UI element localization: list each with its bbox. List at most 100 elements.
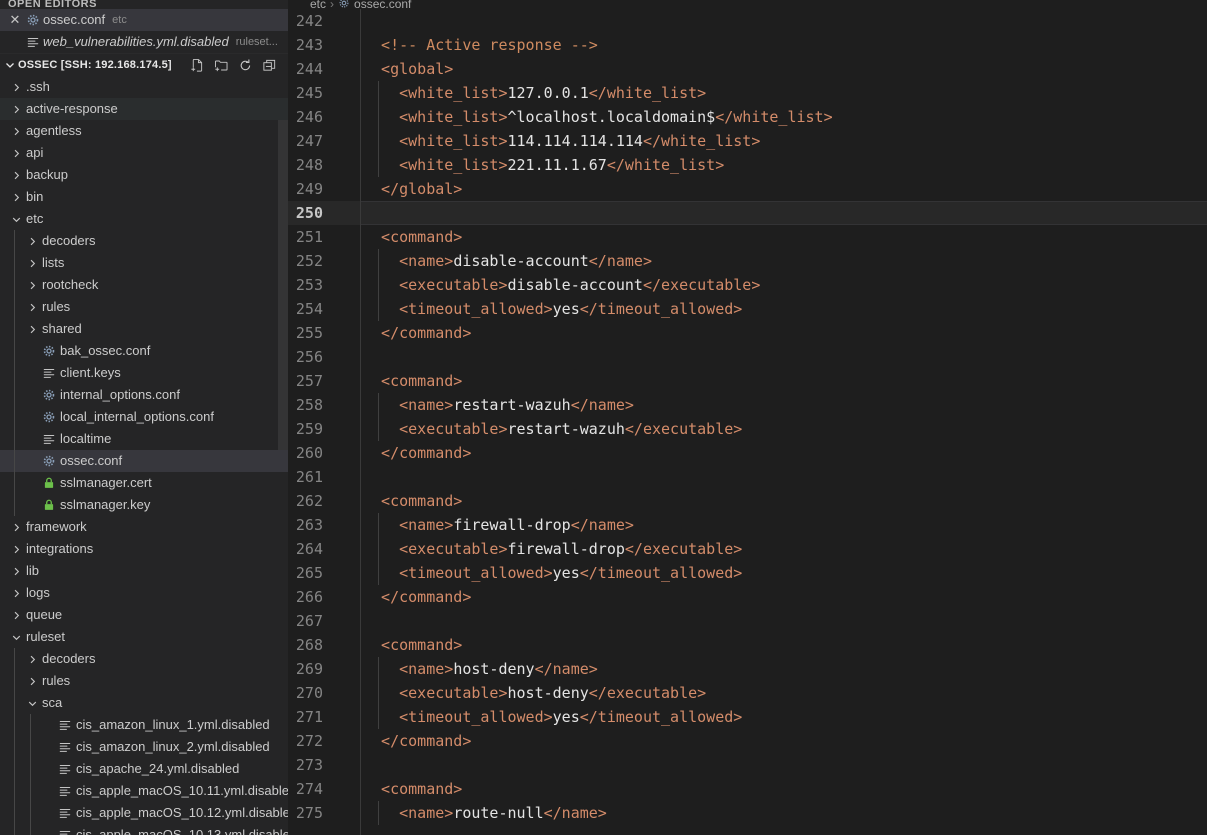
code-line[interactable]: 255 </command> <box>288 321 1207 345</box>
chevron-right-icon[interactable] <box>8 588 24 599</box>
tree-folder-row[interactable]: backup <box>0 164 288 186</box>
chevron-down-icon[interactable] <box>8 214 24 225</box>
code-line[interactable]: 243 <!-- Active response --> <box>288 33 1207 57</box>
tree-file-row[interactable]: internal_options.conf <box>0 384 288 406</box>
chevron-down-icon[interactable] <box>8 632 24 643</box>
tree-folder-row[interactable]: rules <box>0 670 288 692</box>
code-line[interactable]: 253 <executable>disable-account</executa… <box>288 273 1207 297</box>
chevron-right-icon[interactable] <box>8 610 24 621</box>
code-line[interactable]: 275 <name>route-null</name> <box>288 801 1207 825</box>
code-line[interactable]: 247 <white_list>114.114.114.114</white_l… <box>288 129 1207 153</box>
tree-folder-row[interactable]: logs <box>0 582 288 604</box>
tree-folder-row[interactable]: etc <box>0 208 288 230</box>
chevron-right-icon[interactable] <box>24 236 40 247</box>
code-line[interactable]: 254 <timeout_allowed>yes</timeout_allowe… <box>288 297 1207 321</box>
tree-folder-row[interactable]: active-response <box>0 98 288 120</box>
chevron-right-icon[interactable] <box>8 104 24 115</box>
new-folder-button[interactable] <box>212 56 230 74</box>
code-line[interactable]: 244 <global> <box>288 57 1207 81</box>
chevron-right-icon[interactable] <box>8 82 24 93</box>
chevron-right-icon[interactable] <box>8 148 24 159</box>
code-line[interactable]: 248 <white_list>221.11.1.67</white_list> <box>288 153 1207 177</box>
tree-folder-row[interactable]: shared <box>0 318 288 340</box>
code-line[interactable]: 266 </command> <box>288 585 1207 609</box>
chevron-right-icon[interactable] <box>24 302 40 313</box>
code-line[interactable]: 264 <executable>firewall-drop</executabl… <box>288 537 1207 561</box>
code-line[interactable]: 262 <command> <box>288 489 1207 513</box>
tree-folder-row[interactable]: decoders <box>0 648 288 670</box>
code-line[interactable]: 242 <box>288 9 1207 33</box>
chevron-right-icon[interactable] <box>8 522 24 533</box>
chevron-right-icon[interactable] <box>24 258 40 269</box>
tree-folder-row[interactable]: rules <box>0 296 288 318</box>
code-line[interactable]: 252 <name>disable-account</name> <box>288 249 1207 273</box>
chevron-right-icon[interactable] <box>24 654 40 665</box>
chevron-right-icon[interactable] <box>8 566 24 577</box>
tree-folder-row[interactable]: framework <box>0 516 288 538</box>
tree-folder-row[interactable]: rootcheck <box>0 274 288 296</box>
code-line[interactable]: 271 <timeout_allowed>yes</timeout_allowe… <box>288 705 1207 729</box>
code-line[interactable]: 274 <command> <box>288 777 1207 801</box>
tree-file-row[interactable]: client.keys <box>0 362 288 384</box>
code-line[interactable]: 261 <box>288 465 1207 489</box>
tree-file-row[interactable]: cis_apple_macOS_10.13.yml.disabled <box>0 824 288 835</box>
tree-file-row[interactable]: cis_apple_macOS_10.12.yml.disabled <box>0 802 288 824</box>
chevron-down-icon[interactable] <box>24 698 40 709</box>
new-file-button[interactable] <box>188 56 206 74</box>
tree-file-row[interactable]: bak_ossec.conf <box>0 340 288 362</box>
chevron-right-icon[interactable] <box>8 544 24 555</box>
code-line[interactable]: 272 </command> <box>288 729 1207 753</box>
tree-file-row[interactable]: ossec.conf <box>0 450 288 472</box>
tree-folder-row[interactable]: sca <box>0 692 288 714</box>
chevron-right-icon[interactable] <box>8 126 24 137</box>
chevron-right-icon[interactable] <box>24 280 40 291</box>
refresh-button[interactable] <box>236 56 254 74</box>
chevron-right-icon[interactable] <box>8 192 24 203</box>
code-line[interactable]: 268 <command> <box>288 633 1207 657</box>
code-line[interactable]: 260 </command> <box>288 441 1207 465</box>
code-line[interactable]: 270 <executable>host-deny</executable> <box>288 681 1207 705</box>
code-line[interactable]: 251 <command> <box>288 225 1207 249</box>
code-line[interactable]: 257 <command> <box>288 369 1207 393</box>
code-line[interactable]: 250 <box>288 201 1207 225</box>
tree-folder-row[interactable]: ruleset <box>0 626 288 648</box>
breadcrumb-file[interactable]: ossec.conf <box>354 0 411 9</box>
chevron-right-icon[interactable] <box>24 676 40 687</box>
code-line[interactable]: 256 <box>288 345 1207 369</box>
close-icon[interactable]: ✕ <box>6 9 24 31</box>
collapse-all-button[interactable] <box>260 56 278 74</box>
tree-file-row[interactable]: local_internal_options.conf <box>0 406 288 428</box>
tree-folder-row[interactable]: .ssh <box>0 76 288 98</box>
sidebar-scrollbar[interactable] <box>278 120 288 450</box>
tree-folder-row[interactable]: api <box>0 142 288 164</box>
tree-file-row[interactable]: cis_apple_macOS_10.11.yml.disabled <box>0 780 288 802</box>
tree-file-row[interactable]: sslmanager.key <box>0 494 288 516</box>
code-line[interactable]: 269 <name>host-deny</name> <box>288 657 1207 681</box>
open-editor-item[interactable]: ✕ ossec.conf etc <box>0 9 288 31</box>
breadcrumb-folder[interactable]: etc <box>310 0 326 9</box>
chevron-right-icon[interactable] <box>24 324 40 335</box>
code-line[interactable]: 267 <box>288 609 1207 633</box>
tree-folder-row[interactable]: agentless <box>0 120 288 142</box>
explorer-section-header[interactable]: OSSEC [SSH: 192.168.174.5] <box>0 53 288 76</box>
chevron-right-icon[interactable] <box>8 170 24 181</box>
tree-folder-row[interactable]: integrations <box>0 538 288 560</box>
code-line[interactable]: 246 <white_list>^localhost.localdomain$<… <box>288 105 1207 129</box>
tree-file-row[interactable]: cis_apache_24.yml.disabled <box>0 758 288 780</box>
tree-folder-row[interactable]: bin <box>0 186 288 208</box>
tree-folder-row[interactable]: lists <box>0 252 288 274</box>
code-line[interactable]: 273 <box>288 753 1207 777</box>
breadcrumb[interactable]: etc › ossec.conf <box>288 0 1207 9</box>
code-editor[interactable]: 242 243 <!-- Active response --> 244 <glob… <box>288 9 1207 835</box>
code-line[interactable]: 263 <name>firewall-drop</name> <box>288 513 1207 537</box>
code-line[interactable]: 245 <white_list>127.0.0.1</white_list> <box>288 81 1207 105</box>
tree-file-row[interactable]: cis_amazon_linux_2.yml.disabled <box>0 736 288 758</box>
code-line[interactable]: 258 <name>restart-wazuh</name> <box>288 393 1207 417</box>
open-editor-item[interactable]: web_vulnerabilities.yml.disabled ruleset.… <box>0 31 288 53</box>
tree-file-row[interactable]: localtime <box>0 428 288 450</box>
code-line[interactable]: 265 <timeout_allowed>yes</timeout_allowe… <box>288 561 1207 585</box>
code-line[interactable]: 259 <executable>restart-wazuh</executabl… <box>288 417 1207 441</box>
tree-folder-row[interactable]: decoders <box>0 230 288 252</box>
tree-file-row[interactable]: sslmanager.cert <box>0 472 288 494</box>
tree-folder-row[interactable]: lib <box>0 560 288 582</box>
